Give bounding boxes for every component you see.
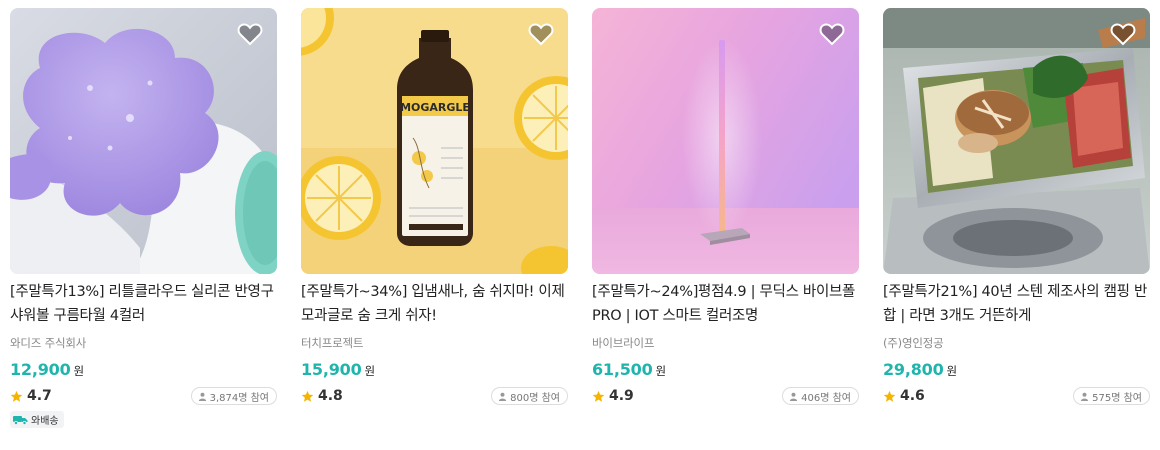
- participants-count: 575명 참여: [1092, 392, 1142, 404]
- currency-label: 원: [364, 364, 376, 378]
- wishlist-heart-icon[interactable]: [1110, 22, 1136, 46]
- star-icon: [301, 390, 314, 402]
- product-card[interactable]: MOGARGLE [주말특가~34%] 입냄새나, 숨 쉬지마! 이제 모과글로…: [301, 8, 568, 429]
- price-row: 15,900 원: [301, 360, 568, 379]
- person-icon: [1081, 392, 1089, 401]
- truck-icon: [13, 415, 28, 425]
- product-price: 61,500: [592, 360, 653, 379]
- star-icon: [883, 390, 896, 402]
- participants-count: 3,874명 참여: [209, 392, 269, 404]
- camping-steel-pot-photo: [883, 8, 1150, 274]
- product-maker[interactable]: 와디즈 주식회사: [10, 335, 277, 351]
- currency-label: 원: [946, 364, 958, 378]
- participants-count: 406명 참여: [801, 392, 851, 404]
- product-title[interactable]: [주말특가21%] 40년 스텐 제조사의 캠핑 반합 | 라면 3개도 거뜬하…: [883, 280, 1150, 328]
- participants-badge: 3,874명 참여: [190, 387, 277, 405]
- mogargle-bottle-photo: MOGARGLE: [301, 8, 568, 274]
- product-maker[interactable]: 바이브라이프: [592, 335, 859, 351]
- currency-label: 원: [73, 364, 85, 378]
- wishlist-heart-icon[interactable]: [819, 22, 845, 46]
- person-icon: [198, 392, 206, 401]
- product-grid: [주말특가13%] 리틀클라우드 실리콘 반영구 샤워볼 구름타월 4컬러 와디…: [10, 8, 1150, 429]
- product-title[interactable]: [주말특가13%] 리틀클라우드 실리콘 반영구 샤워볼 구름타월 4컬러: [10, 280, 277, 328]
- price-row: 29,800 원: [883, 360, 1150, 379]
- product-image[interactable]: [592, 8, 859, 274]
- product-price: 15,900: [301, 360, 362, 379]
- meta-row: 4.8 800명 참여: [301, 387, 568, 405]
- rating: 4.8: [301, 388, 343, 404]
- product-price: 29,800: [883, 360, 944, 379]
- rating: 4.6: [883, 388, 925, 404]
- price-row: 12,900 원: [10, 360, 277, 379]
- star-icon: [592, 390, 605, 402]
- currency-label: 원: [655, 364, 667, 378]
- product-image[interactable]: [10, 8, 277, 274]
- product-maker[interactable]: 터치프로젝트: [301, 335, 568, 351]
- purple-silicone-cloud-towel-photo: [10, 8, 277, 274]
- product-price: 12,900: [10, 360, 71, 379]
- wishlist-heart-icon[interactable]: [237, 22, 263, 46]
- delivery-badge: 와배송: [10, 411, 64, 428]
- meta-row: 4.7 3,874명 참여: [10, 387, 277, 405]
- meta-row: 4.9 406명 참여: [592, 387, 859, 405]
- participants-badge: 800명 참여: [491, 387, 568, 405]
- person-icon: [499, 392, 507, 401]
- person-icon: [790, 392, 798, 401]
- led-floor-lamp-photo: [592, 8, 859, 274]
- product-maker[interactable]: (주)영인정공: [883, 335, 1150, 351]
- price-row: 61,500 원: [592, 360, 859, 379]
- product-card[interactable]: [주말특가21%] 40년 스텐 제조사의 캠핑 반합 | 라면 3개도 거뜬하…: [883, 8, 1150, 429]
- product-image[interactable]: MOGARGLE: [301, 8, 568, 274]
- bottle-label-text: MOGARGLE: [400, 101, 470, 114]
- wishlist-heart-icon[interactable]: [528, 22, 554, 46]
- rating: 4.9: [592, 388, 634, 404]
- participants-badge: 406명 참여: [782, 387, 859, 405]
- participants-count: 800명 참여: [510, 392, 560, 404]
- participants-badge: 575명 참여: [1073, 387, 1150, 405]
- star-icon: [10, 390, 23, 402]
- meta-row: 4.6 575명 참여: [883, 387, 1150, 405]
- rating-value: 4.8: [318, 388, 343, 404]
- product-card[interactable]: [주말특가13%] 리틀클라우드 실리콘 반영구 샤워볼 구름타월 4컬러 와디…: [10, 8, 277, 429]
- product-title[interactable]: [주말특가~34%] 입냄새나, 숨 쉬지마! 이제 모과글로 숨 크게 쉬자!: [301, 280, 568, 328]
- rating-value: 4.9: [609, 388, 634, 404]
- rating-value: 4.6: [900, 388, 925, 404]
- product-card[interactable]: [주말특가~24%]평점4.9 | 무딕스 바이브폴 PRO | IOT 스마트…: [592, 8, 859, 429]
- product-title[interactable]: [주말특가~24%]평점4.9 | 무딕스 바이브폴 PRO | IOT 스마트…: [592, 280, 859, 328]
- product-image[interactable]: [883, 8, 1150, 274]
- delivery-label: 와배송: [31, 416, 59, 427]
- rating-value: 4.7: [27, 388, 52, 404]
- rating: 4.7: [10, 388, 52, 404]
